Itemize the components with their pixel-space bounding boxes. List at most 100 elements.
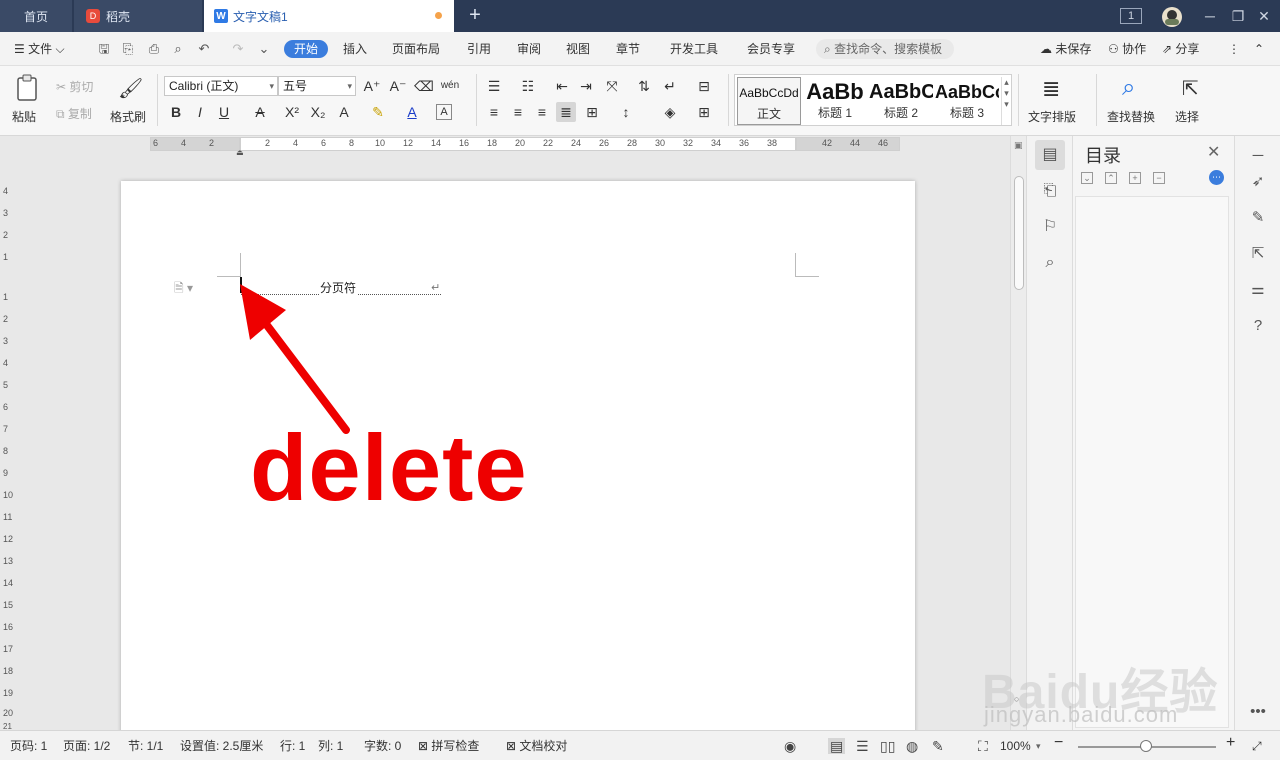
zoom-slider-thumb[interactable] xyxy=(1140,740,1152,752)
italic-icon[interactable]: I xyxy=(190,102,210,122)
select-cursor-icon[interactable]: ⇱ xyxy=(1182,76,1199,101)
proofread-button[interactable]: ⊠ 文档校对 xyxy=(506,739,567,753)
align-center-icon[interactable]: ≡ xyxy=(508,102,528,122)
sort-icon[interactable]: ⇅ xyxy=(634,76,654,96)
select-label[interactable]: 选择 xyxy=(1175,108,1199,125)
pointer-icon[interactable]: ⇱ xyxy=(1248,244,1268,264)
find-icon[interactable]: ⌕ xyxy=(1035,248,1065,278)
cut-button[interactable]: ✂ 剪切 xyxy=(56,78,93,95)
status-section[interactable]: 节: 1/1 xyxy=(128,739,163,753)
distribute-icon[interactable]: ⊞ xyxy=(582,102,602,122)
more-icon[interactable]: ••• xyxy=(1248,702,1268,722)
status-row[interactable]: 行: 1 xyxy=(280,739,305,753)
zoom-dropdown-icon[interactable]: ▾ xyxy=(1036,739,1041,753)
toc-add-icon[interactable]: + xyxy=(1129,172,1141,184)
paste-button[interactable] xyxy=(14,74,44,104)
tab-daoke[interactable]: D 稻壳 xyxy=(74,0,202,32)
adjust-icon[interactable]: ⚌ xyxy=(1248,280,1268,300)
underline-icon[interactable]: U xyxy=(214,102,234,122)
status-word-count[interactable]: 字数: 0 xyxy=(364,739,401,753)
style-heading-2[interactable]: AaBbC 标题 2 xyxy=(869,77,933,125)
vertical-scrollbar[interactable]: ▣ ○ xyxy=(1010,136,1026,730)
show-marks-icon[interactable]: ↵ xyxy=(660,76,680,96)
copy-button[interactable]: ⧉ 复制 xyxy=(56,105,92,122)
status-column[interactable]: 列: 1 xyxy=(318,739,343,753)
status-pages[interactable]: 页面: 1/2 xyxy=(63,739,110,753)
collapse-ribbon-icon[interactable]: ⌃ xyxy=(1254,41,1264,57)
find-replace-label[interactable]: 查找替换 xyxy=(1107,108,1155,125)
style-gallery-scroll-icon[interactable]: ▴ ▾ ▾ xyxy=(1001,77,1011,125)
toc-expand-icon[interactable]: ⌃ xyxy=(1105,172,1117,184)
more-options-icon[interactable]: ⋮ xyxy=(1228,41,1240,57)
justify-icon[interactable]: ≣ xyxy=(556,102,576,122)
grow-font-icon[interactable]: A⁺ xyxy=(362,76,382,96)
write-mode-icon[interactable]: ✎ xyxy=(932,738,944,754)
vertical-ruler[interactable]: 4 3 2 1 1 2 3 4 5 6 7 8 9 10 11 12 13 14… xyxy=(0,156,14,731)
redo-icon[interactable]: ↷ xyxy=(230,41,246,57)
shrink-font-icon[interactable]: A⁻ xyxy=(388,76,408,96)
command-search-input[interactable]: ⌕ 查找命令、搜索模板 xyxy=(816,39,954,59)
char-border-icon[interactable]: A xyxy=(436,104,452,120)
bookmark-icon[interactable]: ⚐ xyxy=(1035,212,1065,242)
spell-check-button[interactable]: ⊠ 拼写检查 xyxy=(418,739,479,753)
fit-page-icon[interactable]: ⛶ xyxy=(978,738,988,754)
numbered-list-icon[interactable]: ☷ xyxy=(518,76,538,96)
toc-remove-icon[interactable]: − xyxy=(1153,172,1165,184)
save-icon[interactable]: 🖫 xyxy=(96,41,112,57)
reading-view-icon[interactable]: ▯▯ xyxy=(880,738,895,754)
toc-collapse-icon[interactable]: ⌄ xyxy=(1081,172,1093,184)
phonetic-guide-icon[interactable]: wén xyxy=(440,76,460,96)
text-layout-label[interactable]: 文字排版 xyxy=(1028,108,1076,125)
print-preview-icon[interactable]: ⌕ xyxy=(170,41,186,57)
web-view-icon[interactable]: ◍ xyxy=(906,738,918,754)
increase-indent-icon[interactable]: ⇥ xyxy=(576,76,596,96)
clear-format-icon[interactable]: ⌫ xyxy=(414,76,434,96)
menu-tab-view[interactable]: 视图 xyxy=(566,40,590,58)
menu-tab-chapter[interactable]: 章节 xyxy=(616,40,640,58)
chinese-layout-icon[interactable]: ⤧ xyxy=(602,76,622,96)
menu-tab-references[interactable]: 引用 xyxy=(467,40,491,58)
text-layout-icon[interactable]: ≣ xyxy=(1042,76,1060,102)
toc-smart-icon[interactable]: ⋯ xyxy=(1209,170,1224,185)
export-icon[interactable]: ⎘ xyxy=(120,41,136,57)
customize-chevron-icon[interactable]: ⌄ xyxy=(256,41,272,57)
text-effect-icon[interactable]: A xyxy=(334,102,354,122)
status-setting[interactable]: 设置值: 2.5厘米 xyxy=(180,739,263,753)
shading-icon[interactable]: ◈ xyxy=(660,102,680,122)
style-heading-1[interactable]: AaBb 标题 1 xyxy=(803,77,867,125)
close-icon[interactable]: ✕ xyxy=(1207,142,1220,162)
window-count-icon[interactable]: 1 xyxy=(1120,8,1142,24)
tab-stops-icon[interactable]: ⊟ xyxy=(694,76,714,96)
align-right-icon[interactable]: ≡ xyxy=(532,102,552,122)
align-left-icon[interactable]: ≡ xyxy=(484,102,504,122)
font-size-select[interactable]: 五号 xyxy=(278,76,356,96)
strikethrough-icon[interactable]: A xyxy=(250,102,270,122)
format-painter-button[interactable]: 🖌 xyxy=(118,76,143,102)
avatar[interactable] xyxy=(1160,6,1184,27)
minimize-icon[interactable]: ─ xyxy=(1200,6,1220,26)
page-view-icon[interactable]: ▤ xyxy=(828,738,846,754)
font-color-icon[interactable]: A xyxy=(402,102,422,122)
highlight-icon[interactable]: ✎ xyxy=(368,102,388,122)
menu-tab-page-layout[interactable]: 页面布局 xyxy=(392,40,440,58)
decrease-indent-icon[interactable]: ⇤ xyxy=(552,76,572,96)
eye-protection-icon[interactable]: ◉ xyxy=(784,738,796,754)
rocket-icon[interactable]: ➶ xyxy=(1248,172,1268,192)
unsaved-cloud-button[interactable]: ☁ 未保存 xyxy=(1040,41,1091,57)
chapter-nav-icon[interactable]: ⎗ xyxy=(1035,176,1065,206)
menu-tab-home[interactable]: 开始 xyxy=(284,40,329,58)
collapse-bar-icon[interactable]: ─ xyxy=(1248,146,1268,166)
share-button[interactable]: ⇗ 分享 xyxy=(1162,41,1199,57)
collaborate-button[interactable]: ⚇ 协作 xyxy=(1108,41,1146,57)
outline-view-icon[interactable]: ☰ xyxy=(856,738,869,754)
print-icon[interactable]: ⎙ xyxy=(146,41,162,57)
file-menu[interactable]: ☰ 文件 ⌵ xyxy=(14,40,65,58)
zoom-out-icon[interactable]: − xyxy=(1054,735,1063,751)
style-normal[interactable]: AaBbCcDd 正文 xyxy=(737,77,801,125)
outline-panel-icon[interactable]: ▤ xyxy=(1035,140,1065,170)
new-tab-plus-icon[interactable]: + xyxy=(464,4,486,26)
subscript-icon[interactable]: X₂ xyxy=(308,102,328,122)
scroll-settings-icon[interactable]: ▣ xyxy=(1014,140,1023,151)
zoom-level-select[interactable]: 100% xyxy=(1000,739,1031,753)
pen-icon[interactable]: ✎ xyxy=(1248,208,1268,228)
